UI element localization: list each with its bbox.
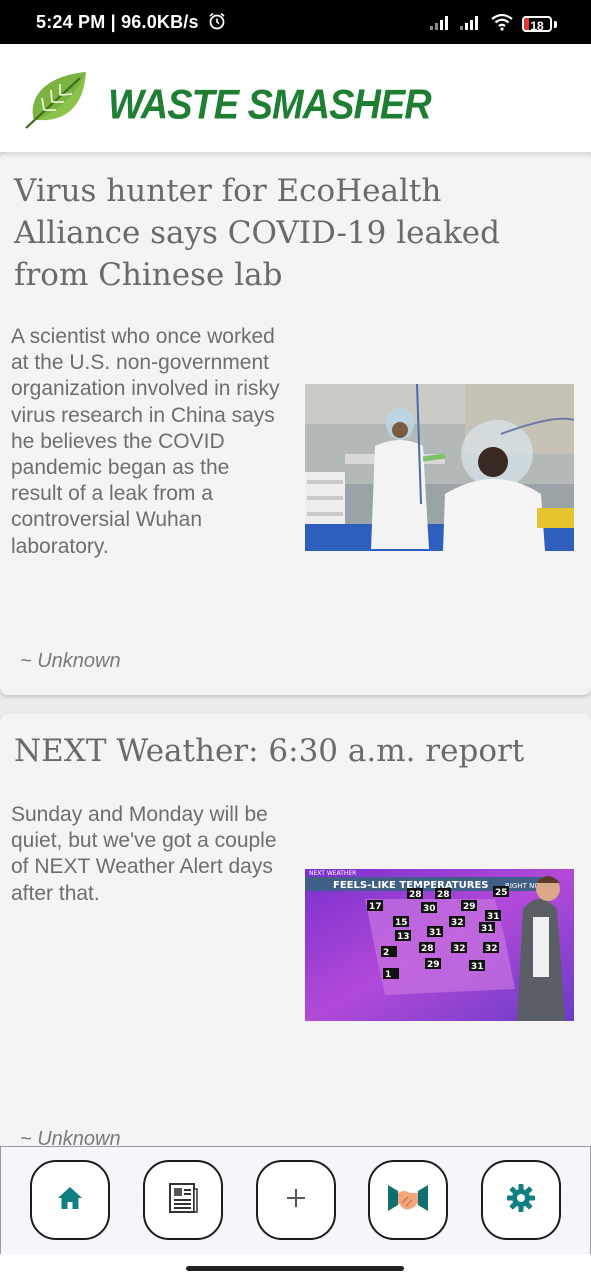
temp-label: 15 [395, 918, 408, 928]
article-description: Sunday and Monday will be quiet, but we'… [11, 803, 277, 905]
temp-label: 31 [471, 962, 484, 972]
nav-home-button[interactable] [30, 1160, 110, 1240]
nav-community-button[interactable] [368, 1160, 448, 1240]
app-header: WASTE SMASHER [0, 44, 591, 152]
news-feed[interactable]: Virus hunter for EcoHealth Alliance says… [0, 152, 591, 1146]
article-description: A scientist who once worked at the U.S. … [11, 325, 280, 558]
article-image: NEXT WEATHER FEELS-LIKE TEMPERATURES RIG… [305, 869, 574, 1021]
article-author: ~ Unknown [20, 1128, 121, 1146]
gear-icon [506, 1183, 536, 1218]
image-brand: NEXT WEATHER [309, 870, 356, 877]
status-time: 5:24 PM [36, 12, 106, 32]
leaf-icon [24, 68, 90, 135]
temp-label: 2 [383, 948, 389, 958]
article-image [305, 384, 574, 551]
article-title: NEXT Weather: 6:30 a.m. report [14, 733, 525, 769]
signal-icon [460, 14, 482, 35]
temp-label: 28 [421, 944, 434, 954]
temp-label: 31 [481, 924, 494, 934]
temp-label: 31 [487, 912, 500, 922]
article-author: ~ Unknown [20, 650, 121, 672]
temp-label: 28 [409, 890, 422, 900]
status-icons: 18 [430, 13, 557, 35]
app-title: WASTE SMASHER [108, 82, 432, 129]
wifi-icon [490, 13, 514, 36]
nav-news-button[interactable] [143, 1160, 223, 1240]
home-icon [57, 1186, 83, 1215]
temp-label: 32 [453, 944, 466, 954]
newspaper-icon [166, 1181, 200, 1220]
network-speed: 96.0KB/s [121, 12, 199, 32]
status-bar: 5:24 PM | 96.0KB/s 18 [0, 0, 591, 44]
temp-label: 29 [463, 902, 476, 912]
article-card[interactable]: Virus hunter for EcoHealth Alliance says… [0, 152, 591, 695]
temp-label: 32 [451, 918, 464, 928]
plus-icon [285, 1187, 307, 1214]
temp-label: 32 [485, 944, 498, 954]
temp-label: 30 [423, 904, 436, 914]
temp-label: 17 [369, 902, 382, 912]
article-title: Virus hunter for EcoHealth Alliance says… [14, 173, 500, 293]
article-card[interactable]: NEXT Weather: 6:30 a.m. report Sunday an… [0, 714, 591, 1146]
image-corner: RIGHT NO [505, 882, 540, 890]
nav-add-button[interactable] [256, 1160, 336, 1240]
handshake-icon [388, 1181, 428, 1220]
nav-settings-button[interactable] [481, 1160, 561, 1240]
signal-icon [430, 14, 452, 35]
temp-label: 13 [397, 932, 410, 942]
temp-label: 28 [437, 890, 450, 900]
gesture-bar[interactable] [186, 1266, 404, 1271]
battery-icon: 18 [522, 16, 552, 33]
status-left: 5:24 PM | 96.0KB/s [36, 12, 226, 35]
temp-label: 29 [427, 960, 440, 970]
battery-level: 18 [530, 19, 544, 33]
temp-label: 25 [495, 888, 508, 898]
bottom-navigation [0, 1146, 591, 1256]
temp-label: 31 [429, 928, 442, 938]
temp-label: 1 [385, 970, 391, 980]
alarm-icon [208, 12, 226, 35]
